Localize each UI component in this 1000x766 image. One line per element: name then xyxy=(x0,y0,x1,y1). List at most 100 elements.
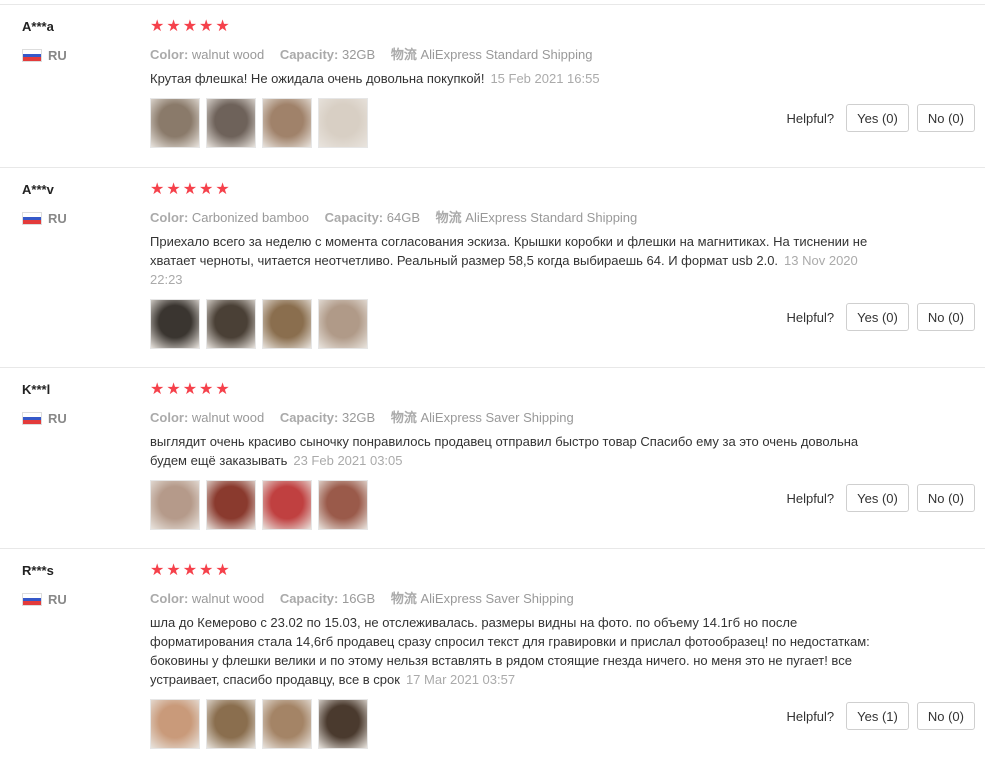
country-code: RU xyxy=(48,48,67,63)
review-photo[interactable] xyxy=(318,299,368,349)
review-photo[interactable] xyxy=(150,299,200,349)
review-content: Приехало всего за неделю с момента согла… xyxy=(150,234,868,268)
review-photo[interactable] xyxy=(262,98,312,148)
capacity-label: Capacity: xyxy=(324,210,384,225)
review-text: шла до Кемерово с 23.02 по 15.03, не отс… xyxy=(150,613,885,689)
helpful-yes-button[interactable]: Yes (0) xyxy=(846,104,909,132)
reviewer-country: RU xyxy=(22,411,132,426)
review-body: ★★★★★ Color: walnut wood Capacity: 32GB … xyxy=(150,19,890,148)
review-photo[interactable] xyxy=(206,699,256,749)
review-body: ★★★★★ Color: Carbonized bamboo Capacity:… xyxy=(150,182,890,349)
capacity-value: 64GB xyxy=(386,210,421,225)
star-rating: ★★★★★ xyxy=(150,181,232,198)
review-content: выглядит очень красиво сыночку понравило… xyxy=(150,434,859,468)
helpful-vote: Helpful? Yes (0) No (0) xyxy=(786,104,975,132)
review-photo[interactable] xyxy=(206,98,256,148)
color-label: Color: xyxy=(150,47,189,62)
helpful-label: Helpful? xyxy=(786,110,835,126)
review-photo[interactable] xyxy=(318,98,368,148)
helpful-no-button[interactable]: No (0) xyxy=(916,303,975,331)
reviewer-name: K***l xyxy=(22,382,51,397)
helpful-vote: Helpful? Yes (0) No (0) xyxy=(786,484,975,512)
review-body: ★★★★★ Color: walnut wood Capacity: 16GB … xyxy=(150,563,890,749)
capacity-value: 32GB xyxy=(341,47,376,62)
reviewer: A***a RU xyxy=(22,19,132,63)
color-label: Color: xyxy=(150,591,189,606)
helpful-label: Helpful? xyxy=(786,490,835,506)
star-rating: ★★★★★ xyxy=(150,562,232,579)
reviewer: R***s RU xyxy=(22,563,132,607)
star-rating: ★★★★★ xyxy=(150,18,232,35)
star-rating: ★★★★★ xyxy=(150,381,232,398)
russia-flag-icon xyxy=(22,412,42,425)
helpful-label: Helpful? xyxy=(786,309,835,325)
reviewer-name: A***v xyxy=(22,182,54,197)
reviewer: K***l RU xyxy=(22,382,132,426)
review-text: Приехало всего за неделю с момента согла… xyxy=(150,232,885,289)
helpful-yes-button[interactable]: Yes (0) xyxy=(846,484,909,512)
review-text: Крутая флешка! Не ожидала очень довольна… xyxy=(150,69,885,88)
helpful-no-button[interactable]: No (0) xyxy=(916,104,975,132)
review-photo[interactable] xyxy=(318,480,368,530)
review-date: 17 Mar 2021 03:57 xyxy=(405,672,516,687)
color-value: walnut wood xyxy=(191,410,265,425)
capacity-value: 32GB xyxy=(341,410,376,425)
shipping-label: 物流 xyxy=(390,591,417,606)
helpful-no-button[interactable]: No (0) xyxy=(916,484,975,512)
review-item: A***a RU ★★★★★ Color: walnut wood Capaci… xyxy=(0,4,985,167)
shipping-value: AliExpress Standard Shipping xyxy=(420,47,593,62)
helpful-vote: Helpful? Yes (0) No (0) xyxy=(786,303,975,331)
capacity-value: 16GB xyxy=(341,591,376,606)
helpful-yes-button[interactable]: Yes (0) xyxy=(846,303,909,331)
shipping-value: AliExpress Standard Shipping xyxy=(465,210,638,225)
shipping-label: 物流 xyxy=(390,410,417,425)
reviewer-country: RU xyxy=(22,48,132,63)
shipping-label: 物流 xyxy=(435,210,462,225)
review-date: 15 Feb 2021 16:55 xyxy=(490,71,600,86)
review-content: Крутая флешка! Не ожидала очень довольна… xyxy=(150,71,485,86)
review-photo[interactable] xyxy=(150,699,200,749)
review-date: 23 Feb 2021 03:05 xyxy=(293,453,403,468)
reviewer-country: RU xyxy=(22,592,132,607)
russia-flag-icon xyxy=(22,49,42,62)
helpful-yes-button[interactable]: Yes (1) xyxy=(846,702,909,730)
review-item: R***s RU ★★★★★ Color: walnut wood Capaci… xyxy=(0,548,985,766)
review-item: K***l RU ★★★★★ Color: walnut wood Capaci… xyxy=(0,367,985,548)
shipping-value: AliExpress Saver Shipping xyxy=(420,410,574,425)
review-photo[interactable] xyxy=(150,98,200,148)
review-attributes: Color: walnut wood Capacity: 16GB 物流 Ali… xyxy=(150,588,890,607)
reviewer: A***v RU xyxy=(22,182,132,226)
review-photos xyxy=(150,480,890,530)
review-photo[interactable] xyxy=(262,299,312,349)
reviewer-name: A***a xyxy=(22,19,54,34)
review-item: A***v RU ★★★★★ Color: Carbonized bamboo … xyxy=(0,167,985,367)
review-photo[interactable] xyxy=(150,480,200,530)
color-value: walnut wood xyxy=(191,47,265,62)
country-code: RU xyxy=(48,211,67,226)
review-photo[interactable] xyxy=(318,699,368,749)
review-body: ★★★★★ Color: walnut wood Capacity: 32GB … xyxy=(150,382,890,530)
color-value: Carbonized bamboo xyxy=(191,210,309,225)
country-code: RU xyxy=(48,411,67,426)
shipping-value: AliExpress Saver Shipping xyxy=(420,591,574,606)
capacity-label: Capacity: xyxy=(279,591,339,606)
capacity-label: Capacity: xyxy=(279,410,339,425)
helpful-label: Helpful? xyxy=(786,708,835,724)
russia-flag-icon xyxy=(22,212,42,225)
review-attributes: Color: walnut wood Capacity: 32GB 物流 Ali… xyxy=(150,407,890,426)
capacity-label: Capacity: xyxy=(279,47,339,62)
russia-flag-icon xyxy=(22,593,42,606)
color-label: Color: xyxy=(150,410,189,425)
review-attributes: Color: walnut wood Capacity: 32GB 物流 Ali… xyxy=(150,44,890,63)
reviewer-country: RU xyxy=(22,211,132,226)
review-photo[interactable] xyxy=(262,699,312,749)
review-photos xyxy=(150,299,890,349)
review-photo[interactable] xyxy=(206,480,256,530)
review-photos xyxy=(150,699,890,749)
helpful-vote: Helpful? Yes (1) No (0) xyxy=(786,702,975,730)
color-label: Color: xyxy=(150,210,189,225)
reviewer-name: R***s xyxy=(22,563,54,578)
helpful-no-button[interactable]: No (0) xyxy=(916,702,975,730)
review-photo[interactable] xyxy=(206,299,256,349)
review-photo[interactable] xyxy=(262,480,312,530)
